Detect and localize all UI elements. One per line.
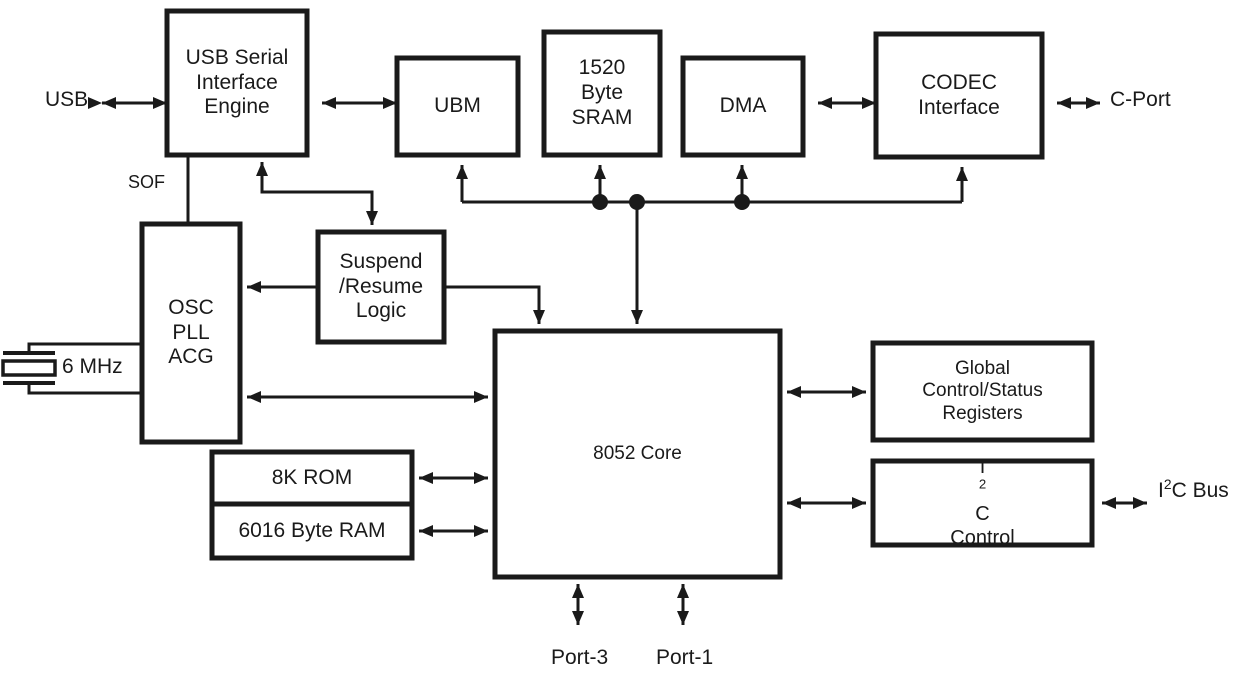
block-usb-sie: [164, 8, 310, 158]
block-dma: [680, 55, 806, 158]
junction-dot: [629, 194, 645, 210]
diagram-vector-layer: [1, 8, 1147, 625]
block-sram: [541, 29, 663, 158]
block-i2c: [870, 458, 1095, 548]
block-outlines: [139, 8, 1095, 580]
junction-dot: [592, 194, 608, 210]
block-ram: [209, 501, 415, 561]
block-rom: [209, 449, 415, 507]
wire-suspend-to-sie: [256, 162, 372, 194]
block-codec: [873, 31, 1045, 160]
wire-suspend-to-core: [444, 285, 545, 324]
crystal-6mhz-icon: [1, 351, 57, 385]
block-diagram-canvas: USB Serial Interface Engine UBM 1520 Byt…: [0, 0, 1257, 685]
block-gcsr: [870, 340, 1095, 443]
block-osc: [139, 221, 243, 445]
block-ubm: [394, 55, 521, 158]
wire-sie-to-suspend: [262, 190, 378, 225]
junction-dot: [734, 194, 750, 210]
block-suspend: [315, 229, 447, 345]
block-core: [492, 328, 783, 580]
